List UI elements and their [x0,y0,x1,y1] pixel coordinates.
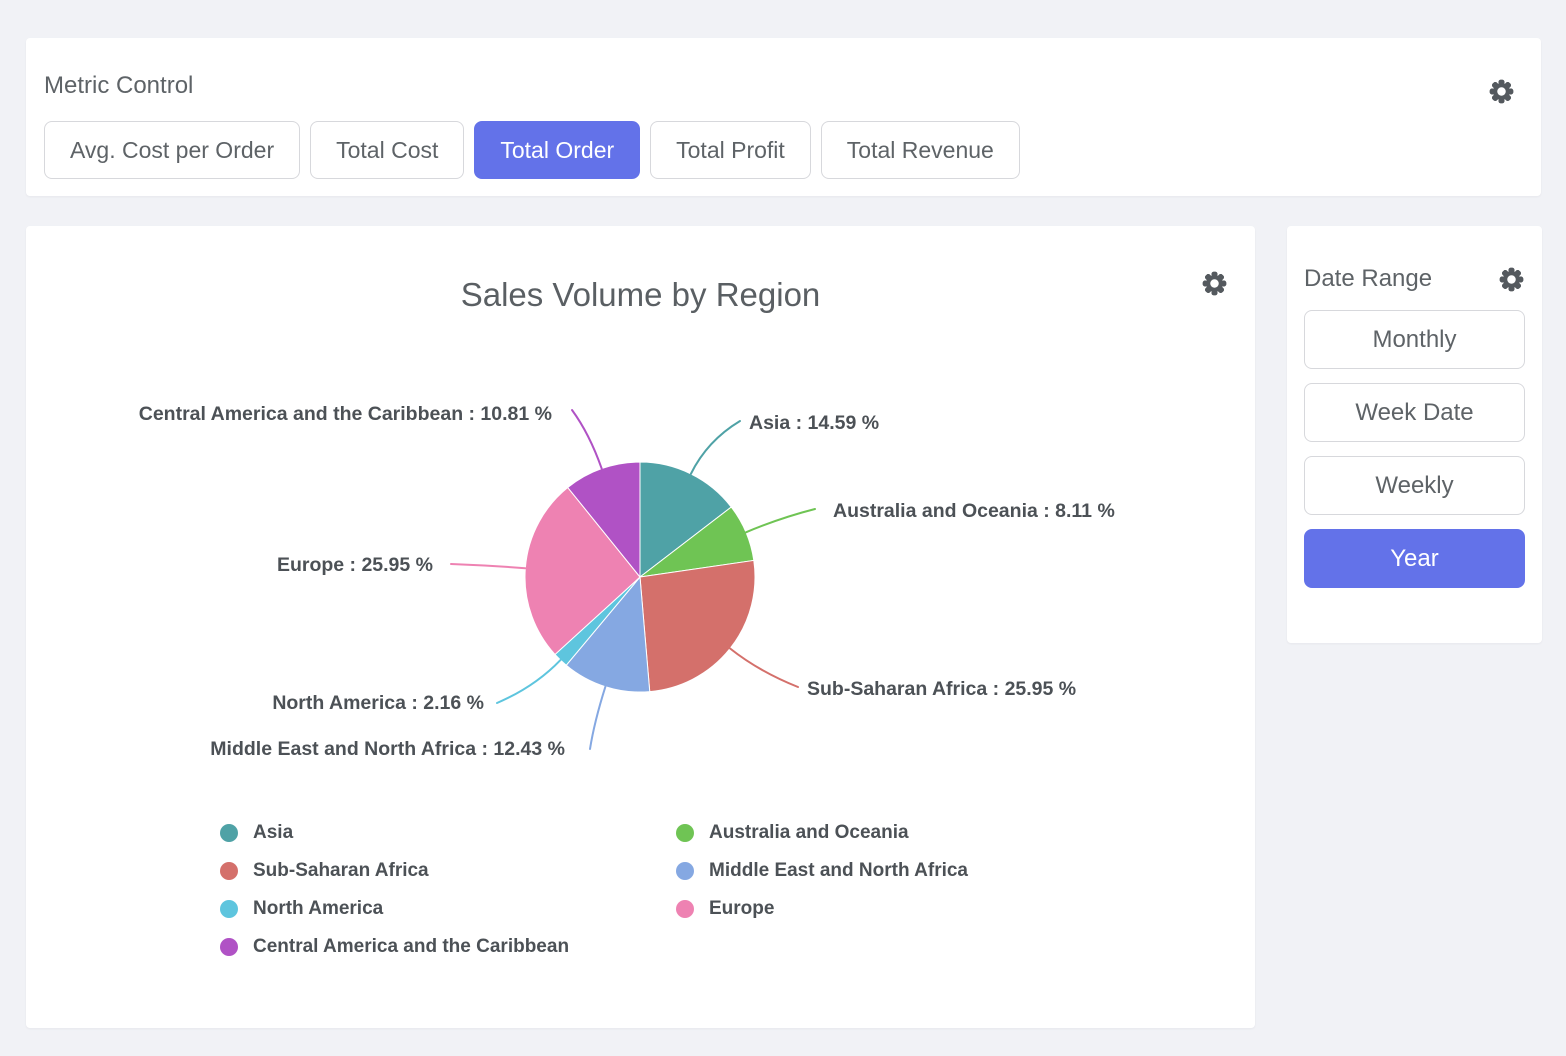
legend-dot-north-america [220,900,238,918]
slice-label-north-america: North America : 2.16 % [272,692,484,714]
pie-slice-sub-saharan-africa[interactable] [640,560,755,691]
legend-item-middle-east-and-north-africa[interactable]: Middle East and North Africa [676,859,968,883]
date-range-panel: Date Range Monthly Week Date Weekly Year [1287,226,1542,643]
legend-dot-central-america-and-the-caribbean [220,938,238,956]
legend-item-north-america[interactable]: North America [220,897,676,921]
slice-label-middle-east-and-north-africa: Middle East and North Africa : 12.43 % [210,738,565,760]
metric-button-total-cost[interactable]: Total Cost [310,121,464,179]
legend-dot-europe [676,900,694,918]
legend-dot-asia [220,824,238,842]
metric-button-total-revenue[interactable]: Total Revenue [821,121,1020,179]
legend-dot-middle-east-and-north-africa [676,862,694,880]
legend-label: Australia and Oceania [709,822,909,844]
slice-label-central-america-and-the-caribbean: Central America and the Caribbean : 10.8… [139,403,552,425]
date-range-button-monthly[interactable]: Monthly [1304,310,1525,369]
gear-icon [1498,266,1525,293]
label-line-europe [451,564,525,568]
legend-dot-sub-saharan-africa [220,862,238,880]
metric-button-total-profit[interactable]: Total Profit [650,121,811,179]
metric-button-group: Avg. Cost per OrderTotal CostTotal Order… [44,121,1523,179]
label-line-asia [691,421,740,474]
legend-item-europe[interactable]: Europe [676,897,968,921]
legend-label: Sub-Saharan Africa [253,860,429,882]
legend-label: Europe [709,898,774,920]
legend-dot-australia-and-oceania [676,824,694,842]
legend-label: North America [253,898,383,920]
date-range-settings-button[interactable] [1497,265,1525,293]
label-line-sub-saharan-africa [730,648,798,687]
label-line-middle-east-and-north-africa [590,687,605,749]
legend-label: Asia [253,822,293,844]
legend-label: Middle East and North Africa [709,860,968,882]
metric-control-title: Metric Control [44,71,1523,101]
metric-control-panel: Metric Control Avg. Cost per OrderTotal … [26,38,1541,196]
legend-label: Central America and the Caribbean [253,936,569,958]
date-range-button-year[interactable]: Year [1304,529,1525,588]
label-line-central-america-and-the-caribbean [572,410,602,469]
metric-button-total-order[interactable]: Total Order [474,121,640,179]
legend-item-asia[interactable]: Asia [220,821,676,845]
slice-label-australia-and-oceania: Australia and Oceania : 8.11 % [833,500,1115,522]
chart-legend: Asia Australia and Oceania Sub-Saharan Afr… [220,821,968,959]
date-range-button-group: Monthly Week Date Weekly Year [1304,310,1525,588]
slice-label-asia: Asia : 14.59 % [749,412,879,434]
metric-button-avg-cost-per-order[interactable]: Avg. Cost per Order [44,121,300,179]
slice-label-sub-saharan-africa: Sub-Saharan Africa : 25.95 % [807,678,1076,700]
legend-item-australia-and-oceania[interactable]: Australia and Oceania [676,821,968,845]
legend-item-central-america-and-the-caribbean[interactable]: Central America and the Caribbean [220,935,676,959]
sales-volume-chart-panel: Sales Volume by Region Asia : 14.59 %Aus… [26,226,1255,1028]
metric-control-settings-button[interactable] [1487,77,1515,105]
date-range-button-week-date[interactable]: Week Date [1304,383,1525,442]
date-range-button-weekly[interactable]: Weekly [1304,456,1525,515]
legend-item-sub-saharan-africa[interactable]: Sub-Saharan Africa [220,859,676,883]
slice-label-europe: Europe : 25.95 % [277,554,433,576]
gear-icon [1488,78,1515,105]
date-range-title: Date Range [1304,264,1432,294]
label-line-north-america [497,660,560,703]
label-line-australia-and-oceania [746,509,815,532]
